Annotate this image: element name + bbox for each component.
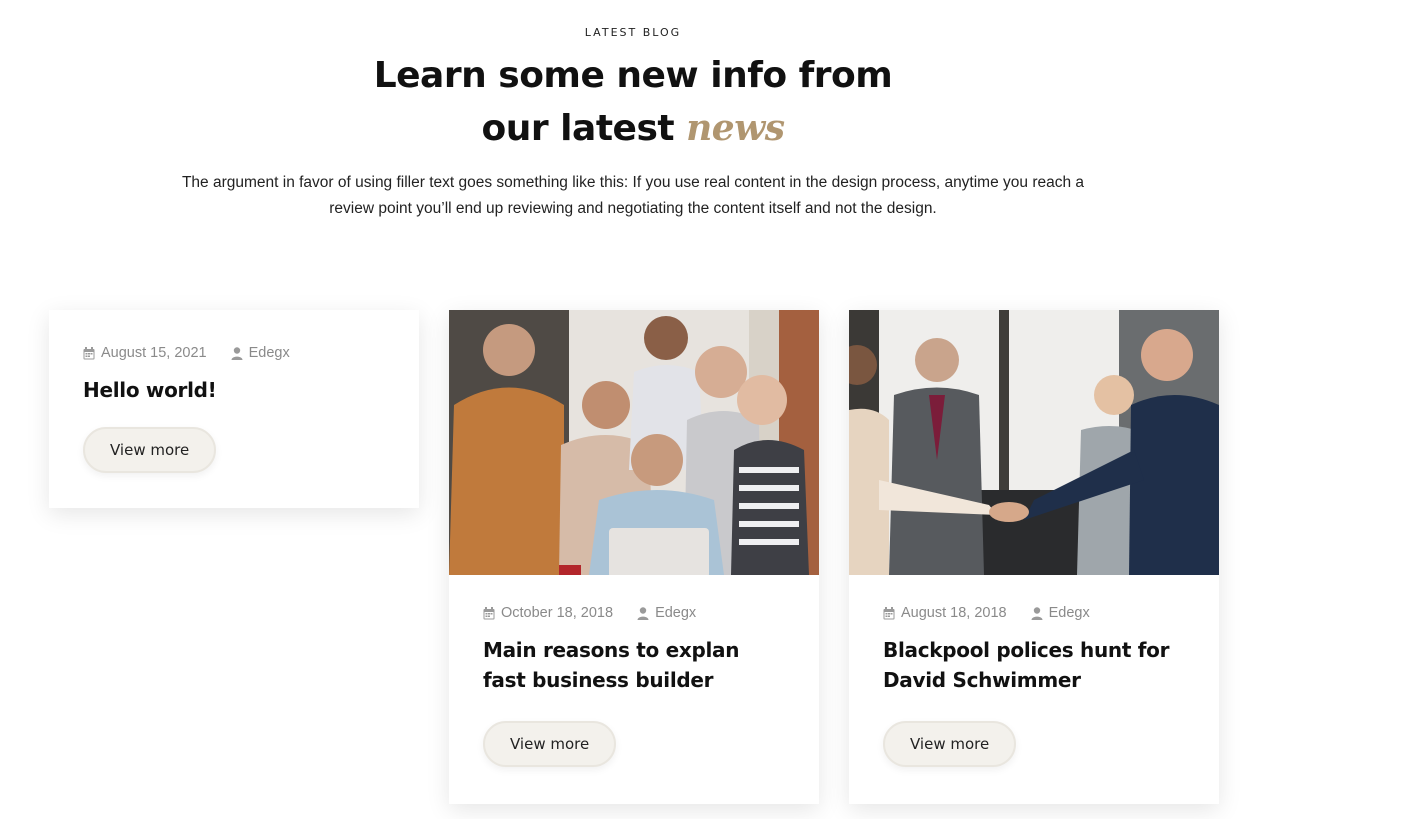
post-author-text: Edegx bbox=[1048, 605, 1090, 621]
post-date: August 15, 2021 bbox=[83, 345, 207, 361]
blog-card: October 18, 2018 Edegx Main reasons to e… bbox=[449, 310, 819, 804]
eyebrow-label: LATEST BLOG bbox=[584, 26, 682, 39]
post-author[interactable]: Edegx bbox=[637, 605, 696, 621]
section-headline: Learn some new info from our latest news bbox=[0, 50, 1266, 155]
view-more-button[interactable]: View more bbox=[883, 721, 1017, 767]
headline-line-1: Learn some new info from bbox=[373, 55, 893, 96]
calendar-icon bbox=[883, 606, 895, 619]
view-more-button[interactable]: View more bbox=[483, 721, 617, 767]
blog-card: August 15, 2021 Edegx Hello world! View … bbox=[49, 310, 419, 508]
calendar-icon bbox=[483, 606, 495, 619]
post-image-handshake[interactable] bbox=[849, 310, 1219, 575]
team-photo-illustration bbox=[449, 310, 819, 575]
view-more-button[interactable]: View more bbox=[83, 427, 217, 473]
headline-line-2: our latest news bbox=[0, 102, 1266, 155]
post-image-team[interactable] bbox=[449, 310, 819, 575]
post-meta: August 18, 2018 Edegx bbox=[883, 603, 1185, 623]
post-title[interactable]: Main reasons to explan fast business bui… bbox=[483, 635, 785, 695]
post-meta: August 15, 2021 Edegx bbox=[83, 343, 385, 363]
post-date: October 18, 2018 bbox=[483, 605, 613, 621]
intro-paragraph: The argument in favor of using filler te… bbox=[181, 174, 1085, 217]
post-author-text: Edegx bbox=[248, 345, 290, 361]
headline-line-2-text: our latest bbox=[481, 108, 675, 149]
post-date-text: August 15, 2021 bbox=[101, 345, 207, 361]
post-date-text: October 18, 2018 bbox=[501, 605, 614, 621]
handshake-photo-illustration bbox=[849, 310, 1219, 575]
post-date: August 18, 2018 bbox=[883, 605, 1007, 621]
user-icon bbox=[637, 606, 649, 620]
user-icon bbox=[231, 346, 243, 360]
post-author[interactable]: Edegx bbox=[1031, 605, 1090, 621]
post-date-text: August 18, 2018 bbox=[901, 605, 1007, 621]
post-meta: October 18, 2018 Edegx bbox=[483, 603, 785, 623]
user-icon bbox=[1031, 606, 1043, 620]
post-title[interactable]: Blackpool polices hunt for David Schwimm… bbox=[883, 635, 1185, 695]
post-title[interactable]: Hello world! bbox=[83, 375, 385, 405]
post-author[interactable]: Edegx bbox=[231, 345, 290, 361]
calendar-icon bbox=[83, 346, 95, 359]
blog-card: August 18, 2018 Edegx Blackpool polices … bbox=[849, 310, 1219, 804]
headline-accent: news bbox=[686, 107, 785, 149]
post-author-text: Edegx bbox=[655, 605, 697, 621]
